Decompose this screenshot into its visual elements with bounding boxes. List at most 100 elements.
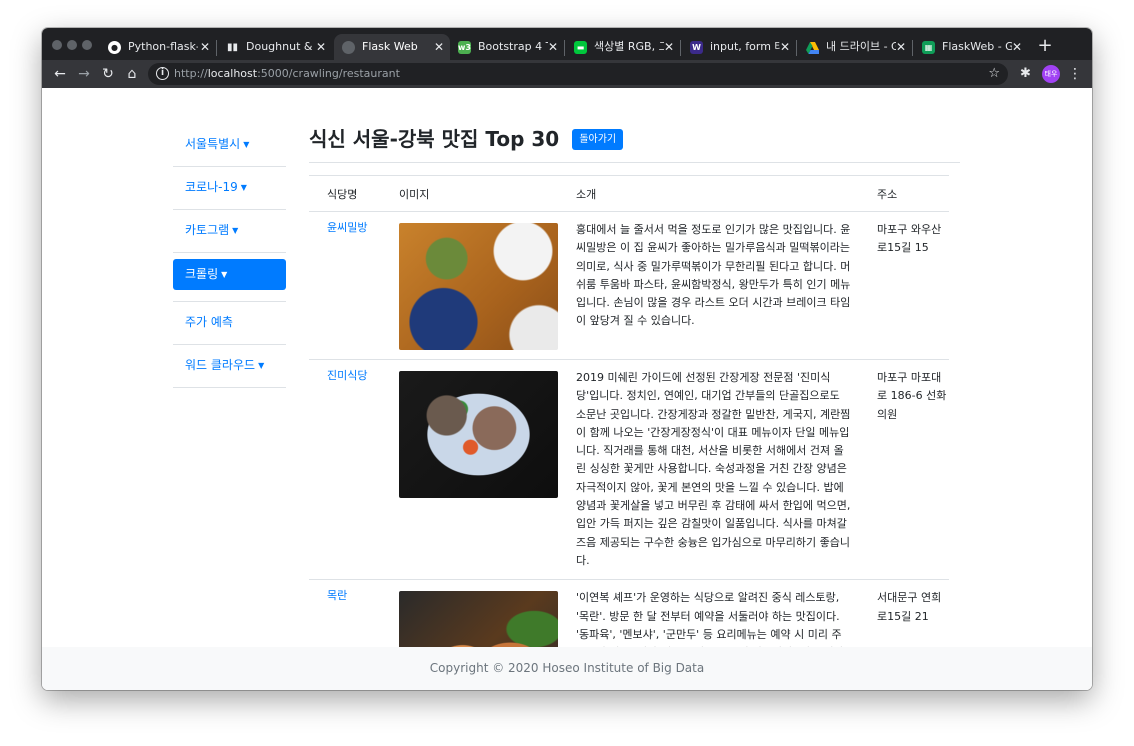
extensions-puzzle-icon[interactable]: ✱ [1020, 64, 1031, 84]
browser-tab[interactable]: w3 Bootstrap 4 Tab ✕ [450, 34, 564, 60]
browser-tab[interactable]: W input, form 태그 ✕ [682, 34, 796, 60]
globe-icon [342, 41, 355, 54]
close-tab-icon[interactable]: ✕ [548, 34, 558, 60]
tab-title: FlaskWeb - Goo [942, 40, 1012, 53]
sidebar-item-seoul[interactable]: 서울특별시 ▼ [173, 124, 286, 167]
sidebar-item-crawling[interactable]: 크롤링 ▼ [173, 259, 286, 290]
column-header-address: 주소 [859, 175, 949, 212]
tab-divider [796, 40, 797, 56]
tab-divider [680, 40, 681, 56]
drive-icon [806, 41, 819, 54]
close-tab-icon[interactable]: ✕ [434, 34, 444, 60]
column-header-intro: 소개 [558, 175, 859, 212]
page-title: 식신 서울-강북 맛집 Top 30 [309, 127, 560, 151]
sheets-icon: ▦ [922, 41, 935, 54]
close-tab-icon[interactable]: ✕ [316, 34, 326, 60]
close-tab-icon[interactable]: ✕ [1012, 34, 1022, 60]
tab-bar: ● Python-flask-w ✕ ▮▮ Doughnut & Pie ✕ F… [42, 28, 1092, 60]
close-window-icon[interactable] [52, 40, 62, 50]
back-arrow-icon[interactable]: ← [50, 64, 70, 84]
caret-down-icon: ▼ [232, 226, 239, 235]
page-footer: Copyright © 2020 Hoseo Institute of Big … [42, 647, 1092, 690]
minimize-window-icon[interactable] [67, 40, 77, 50]
url-scheme: http:// [174, 67, 208, 80]
tab-divider [564, 40, 565, 56]
sidebar-item-corona[interactable]: 코로나-19 ▼ [173, 167, 286, 210]
tab-title: 색상별 RGB, 그것 [594, 40, 664, 53]
caret-down-icon: ▼ [221, 270, 228, 279]
caret-down-icon: ▼ [258, 361, 265, 370]
tab-title: Bootstrap 4 Tab [478, 40, 548, 53]
restaurant-address: 마포구 마포대로 186-6 선화의원 [859, 359, 949, 581]
close-tab-icon[interactable]: ✕ [664, 34, 674, 60]
restaurant-photo [399, 371, 558, 498]
sidebar-item-label: 크롤링 [185, 267, 219, 281]
caret-down-icon: ▼ [243, 140, 250, 149]
tab-divider [912, 40, 913, 56]
menu-kebab-icon[interactable]: ⋮ [1068, 64, 1082, 84]
sidebar-nav: 서울특별시 ▼ 코로나-19 ▼ 카토그램 ▼ 크롤링 ▼ 주가 예측 워드 클라우드 ▼ [173, 124, 286, 388]
restaurant-table: 식당명 이미지 소개 주소 윤씨밀방 홍대에서 늘 줄서서 먹을 정도로 인기가… [309, 175, 949, 690]
tab-divider [216, 40, 217, 56]
title-divider [309, 162, 960, 163]
url-host: localhost [207, 67, 258, 80]
address-bar[interactable]: i http://localhost:5000/crawling/restaur… [148, 63, 1008, 85]
sidebar-item-label: 주가 예측 [185, 315, 233, 329]
bookmark-star-icon[interactable]: ☆ [988, 63, 1000, 85]
sidebar-item-stock-prediction[interactable]: 주가 예측 [173, 302, 286, 345]
reload-icon[interactable]: ↻ [98, 64, 118, 84]
restaurant-name-link[interactable]: 진미식당 [309, 359, 381, 581]
tab-title: 내 드라이브 - Goo [826, 40, 896, 53]
sidebar-item-cartogram[interactable]: 카토그램 ▼ [173, 210, 286, 253]
close-tab-icon[interactable]: ✕ [780, 34, 790, 60]
table-row: 윤씨밀방 홍대에서 늘 줄서서 먹을 정도로 인기가 많은 맛집입니다. 윤씨밀… [309, 211, 949, 360]
chat-icon: ▬ [574, 41, 587, 54]
sidebar-item-wrapper: 크롤링 ▼ [173, 259, 286, 302]
w-icon: W [690, 41, 703, 54]
close-tab-icon[interactable]: ✕ [896, 34, 906, 60]
tab-title: input, form 태그 [710, 40, 780, 53]
page-content: 서울특별시 ▼ 코로나-19 ▼ 카토그램 ▼ 크롤링 ▼ 주가 예측 워드 클라우드 ▼… [42, 88, 1092, 690]
sidebar-item-label: 코로나-19 [185, 180, 238, 194]
sidebar-item-word-cloud[interactable]: 워드 클라우드 ▼ [173, 345, 286, 388]
tab-title: Flask Web [362, 40, 418, 53]
browser-tab[interactable]: ▬ 색상별 RGB, 그것 ✕ [566, 34, 680, 60]
new-tab-button[interactable]: + [1034, 34, 1056, 58]
profile-avatar[interactable]: 태우 [1042, 65, 1060, 83]
browser-tab[interactable]: ▦ FlaskWeb - Goo ✕ [914, 34, 1028, 60]
column-header-image: 이미지 [381, 175, 558, 212]
url-path: :5000/crawling/restaurant [257, 67, 400, 80]
table-row: 진미식당 2019 미쉐린 가이드에 선정된 간장게장 전문점 '진미식당'입니… [309, 359, 949, 581]
restaurant-name-link[interactable]: 윤씨밀방 [309, 211, 381, 360]
browser-tab-active[interactable]: Flask Web ✕ [334, 34, 450, 60]
tab-title: Python-flask-w [128, 40, 198, 53]
browser-toolbar: ← → ↻ ⌂ i http://localhost:5000/crawling… [42, 60, 1092, 88]
back-button[interactable]: 돌아가기 [572, 129, 624, 150]
table-header-row: 식당명 이미지 소개 주소 [309, 175, 949, 212]
browser-tab[interactable]: ● Python-flask-w ✕ [100, 34, 216, 60]
caret-down-icon: ▼ [240, 183, 247, 192]
w3-icon: w3 [458, 41, 471, 54]
home-icon[interactable]: ⌂ [122, 64, 142, 84]
browser-window: ● Python-flask-w ✕ ▮▮ Doughnut & Pie ✕ F… [42, 28, 1092, 690]
url-text[interactable]: http://localhost:5000/crawling/restauran… [174, 63, 400, 85]
browser-tab[interactable]: ▮▮ Doughnut & Pie ✕ [218, 34, 332, 60]
restaurant-intro: 2019 미쉐린 가이드에 선정된 간장게장 전문점 '진미식당'입니다. 정치… [558, 359, 859, 581]
browser-tab[interactable]: 내 드라이브 - Goo ✕ [798, 34, 912, 60]
restaurant-address: 마포구 와우산로15길 15 [859, 211, 949, 360]
sidebar-item-label: 서울특별시 [185, 137, 241, 151]
sidebar-item-label: 워드 클라우드 [185, 358, 256, 372]
info-icon[interactable]: i [156, 67, 169, 80]
column-header-name: 식당명 [309, 175, 381, 212]
close-tab-icon[interactable]: ✕ [200, 34, 210, 60]
restaurant-photo [399, 223, 558, 350]
image-cell [381, 359, 558, 581]
github-icon: ● [108, 41, 121, 54]
restaurant-intro: 홍대에서 늘 줄서서 먹을 정도로 인기가 많은 맛집입니다. 윤씨밀방은 이 … [558, 211, 859, 360]
image-cell [381, 211, 558, 360]
maximize-window-icon[interactable] [82, 40, 92, 50]
tab-title: Doughnut & Pie [246, 40, 316, 53]
forward-arrow-icon[interactable]: → [74, 64, 94, 84]
sidebar-item-label: 카토그램 [185, 223, 230, 237]
book-icon: ▮▮ [226, 41, 238, 53]
